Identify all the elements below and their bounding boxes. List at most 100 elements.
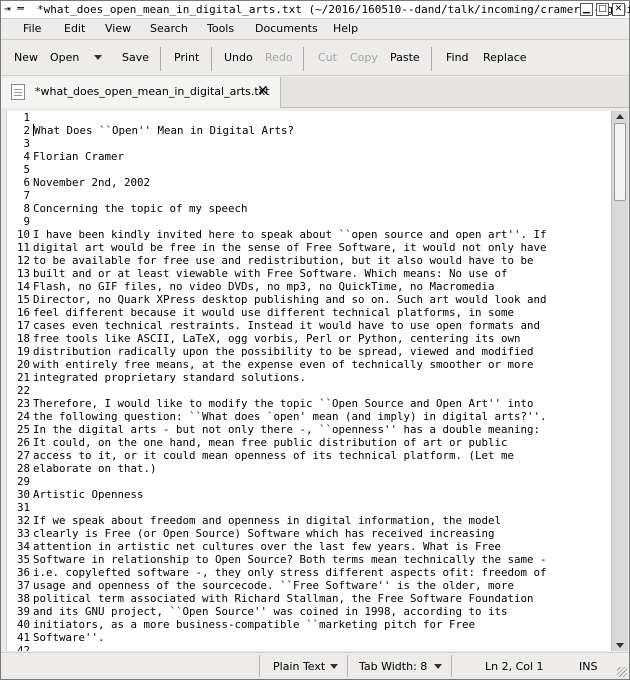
- line-text: I have been kindly invited here to speak…: [33, 228, 547, 241]
- resize-grip-icon[interactable]: [617, 667, 627, 677]
- editor-line[interactable]: 14 Flash, no GIF files, no video DVDs, no…: [7, 280, 611, 293]
- vertical-scrollbar[interactable]: [611, 111, 628, 651]
- editor-line[interactable]: 7: [7, 189, 611, 202]
- statusbar-separator: [451, 655, 452, 677]
- editor-line[interactable]: 35 Software in relationship to Open Sourc…: [7, 553, 611, 566]
- window-menu-icon[interactable]: ⇥ ═: [4, 2, 24, 15]
- line-text: feel different because it would use diff…: [33, 306, 515, 319]
- editor-line[interactable]: 41 Software''.: [7, 631, 611, 644]
- editor-line[interactable]: 12 to be available for free use and redis…: [7, 254, 611, 267]
- line-text: the following question: ``What does `ope…: [33, 410, 547, 423]
- menu-documents[interactable]: Documents: [255, 22, 318, 35]
- editor-line[interactable]: 9: [7, 215, 611, 228]
- line-text: If we speak about freedom and openness i…: [33, 514, 502, 527]
- editor-line[interactable]: 5: [7, 163, 611, 176]
- new-button[interactable]: New: [14, 51, 38, 64]
- menu-edit[interactable]: Edit: [64, 22, 85, 35]
- undo-button[interactable]: Undo: [224, 51, 253, 64]
- editor-line[interactable]: 3: [7, 137, 611, 150]
- editor-line[interactable]: 37 usage and openness of the sourcecode. …: [7, 579, 611, 592]
- editor-line[interactable]: 32 If we speak about freedom and openness…: [7, 514, 611, 527]
- editor-line[interactable]: 21 integrated proprietary standard soluti…: [7, 371, 611, 384]
- save-button[interactable]: Save: [122, 51, 149, 64]
- editor-line[interactable]: 33 clearly is Free (or Open Source) Softw…: [7, 527, 611, 540]
- editor-line[interactable]: 34 attention in artistic net cultures ove…: [7, 540, 611, 553]
- close-window-icon[interactable]: ✕: [612, 3, 625, 16]
- editor-line[interactable]: 11 digital art would be free in the sense…: [7, 241, 611, 254]
- editor-line[interactable]: 25 In the digital arts - but not only the…: [7, 423, 611, 436]
- menu-tools[interactable]: Tools: [207, 22, 234, 35]
- editor-line[interactable]: 42: [7, 644, 611, 651]
- tab-width-dropdown-icon[interactable]: [434, 664, 442, 669]
- scroll-down-icon[interactable]: [616, 643, 624, 648]
- editor-line[interactable]: 28 elaborate on that.): [7, 462, 611, 475]
- editor-line[interactable]: 10 I have been kindly invited here to spe…: [7, 228, 611, 241]
- editor-lines: 1 2 What Does ``Open'' Mean in Digital Art…: [7, 111, 611, 651]
- editor-line[interactable]: 27 access to it, or it could mean opennes…: [7, 449, 611, 462]
- scroll-up-icon[interactable]: [616, 114, 624, 119]
- line-number: 38: [16, 592, 30, 605]
- editor-line[interactable]: 31: [7, 501, 611, 514]
- editor-line[interactable]: 4 Florian Cramer: [7, 150, 611, 163]
- line-number: 5: [23, 163, 30, 176]
- menu-file[interactable]: File: [23, 22, 41, 35]
- text-editor[interactable]: 1 2 What Does ``Open'' Mean in Digital Art…: [6, 111, 611, 651]
- close-tab-icon[interactable]: ✕: [257, 83, 269, 99]
- line-text: Florian Cramer: [33, 150, 125, 163]
- open-button[interactable]: Open: [50, 51, 79, 64]
- line-number: 16: [16, 306, 30, 319]
- line-number: 7: [23, 189, 30, 202]
- line-text: free tools like ASCII, LaTeX, ogg vorbis…: [33, 332, 521, 345]
- maximize-icon[interactable]: □: [596, 3, 609, 16]
- line-number: 1: [23, 111, 30, 124]
- editor-line[interactable]: 20 with entirely free means, at the expen…: [7, 358, 611, 371]
- copy-button[interactable]: Copy: [350, 51, 378, 64]
- editor-line[interactable]: 18 free tools like ASCII, LaTeX, ogg vorb…: [7, 332, 611, 345]
- redo-button[interactable]: Redo: [265, 51, 293, 64]
- editor-line[interactable]: 24 the following question: ``What does `o…: [7, 410, 611, 423]
- language-selector[interactable]: Plain Text: [273, 660, 325, 673]
- line-number: 27: [16, 449, 30, 462]
- line-number: 25: [16, 423, 30, 436]
- scrollbar-thumb[interactable]: [614, 123, 626, 201]
- line-text: political term associated with Richard S…: [33, 592, 534, 605]
- toolbar-separator: [303, 47, 304, 71]
- tab-width-selector[interactable]: Tab Width: 8: [359, 660, 427, 673]
- editor-line[interactable]: 6 November 2nd, 2002: [7, 176, 611, 189]
- line-number: 32: [16, 514, 30, 527]
- insert-mode: INS: [579, 660, 598, 673]
- paste-button[interactable]: Paste: [390, 51, 420, 64]
- editor-line[interactable]: 36 i.e. copylefted software -, they only …: [7, 566, 611, 579]
- editor-line[interactable]: 39 and its GNU project, ``Open Source'' w…: [7, 605, 611, 618]
- editor-line[interactable]: 40 initiators, as a more business-compati…: [7, 618, 611, 631]
- line-text: November 2nd, 2002: [33, 176, 151, 189]
- editor-line[interactable]: 38 political term associated with Richard…: [7, 592, 611, 605]
- menu-search[interactable]: Search: [150, 22, 188, 35]
- editor-line[interactable]: 15 Director, no Quark XPress desktop publ…: [7, 293, 611, 306]
- cut-button[interactable]: Cut: [318, 51, 337, 64]
- editor-line[interactable]: 23 Therefore, I would like to modify the …: [7, 397, 611, 410]
- menu-help[interactable]: Help: [333, 22, 358, 35]
- document-tab[interactable]: *what_does_open_mean_in_digital_arts.txt…: [1, 77, 281, 108]
- editor-line[interactable]: 30 Artistic Openness: [7, 488, 611, 501]
- statusbar-separator: [347, 655, 348, 677]
- editor-line[interactable]: 13 built and or at least viewable with Fr…: [7, 267, 611, 280]
- line-number: 13: [16, 267, 30, 280]
- minimize-icon[interactable]: ▁: [580, 3, 593, 16]
- editor-line[interactable]: 1: [7, 111, 611, 124]
- open-recent-dropdown-icon[interactable]: [94, 55, 102, 60]
- find-button[interactable]: Find: [446, 51, 469, 64]
- editor-line[interactable]: 22: [7, 384, 611, 397]
- editor-line[interactable]: 19 distribution radically upon the possib…: [7, 345, 611, 358]
- editor-line[interactable]: 8 Concerning the topic of my speech: [7, 202, 611, 215]
- editor-line[interactable]: 16 feel different because it would use di…: [7, 306, 611, 319]
- editor-line[interactable]: 2 What Does ``Open'' Mean in Digital Arts…: [7, 124, 611, 137]
- editor-line[interactable]: 26 It could, on the one hand, mean free p…: [7, 436, 611, 449]
- language-dropdown-icon[interactable]: [330, 664, 338, 669]
- print-button[interactable]: Print: [174, 51, 199, 64]
- line-number: 34: [16, 540, 30, 553]
- editor-line[interactable]: 17 cases even technical restraints. Inste…: [7, 319, 611, 332]
- editor-line[interactable]: 29: [7, 475, 611, 488]
- menu-view[interactable]: View: [105, 22, 131, 35]
- replace-button[interactable]: Replace: [483, 51, 527, 64]
